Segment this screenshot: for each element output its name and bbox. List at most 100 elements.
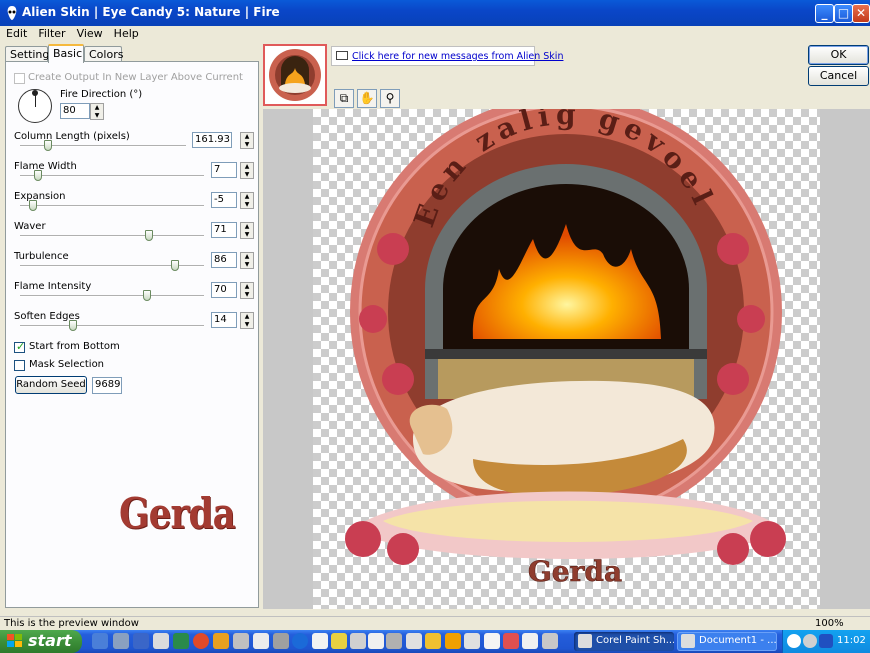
- basic-tab-body: Create Output In New Layer Above Current…: [5, 61, 259, 608]
- quicklaunch-app18-icon[interactable]: [542, 633, 558, 649]
- quicklaunch-desktop-icon[interactable]: [92, 633, 108, 649]
- quicklaunch-app4-icon[interactable]: [233, 633, 249, 649]
- zoom-tool-icon[interactable]: ⚲: [380, 89, 400, 108]
- mask-selection-checkbox[interactable]: [14, 360, 25, 371]
- flame-width-field[interactable]: 7: [211, 162, 237, 178]
- messages-link[interactable]: Click here for new messages from Alien S…: [352, 51, 563, 62]
- expansion-label: Expansion: [14, 191, 66, 202]
- create-output-checkbox[interactable]: [14, 73, 25, 84]
- create-output-label: Create Output In New Layer Above Current: [28, 72, 243, 83]
- quicklaunch-app7-icon[interactable]: [312, 633, 328, 649]
- preview-image: Een zalig gevoel Gerda: [345, 109, 786, 588]
- quicklaunch-app13-icon[interactable]: [425, 633, 441, 649]
- column-length-slider[interactable]: [43, 140, 52, 151]
- quicklaunch-app3-icon[interactable]: [213, 633, 229, 649]
- flame-width-slider[interactable]: [34, 170, 43, 181]
- flame-intensity-spinner[interactable]: ▲ ▼: [240, 282, 254, 299]
- tab-settings[interactable]: Settings: [5, 46, 55, 62]
- quicklaunch-app6-icon[interactable]: [273, 633, 289, 649]
- navigator-thumbnail[interactable]: [263, 44, 327, 106]
- tray-network-icon[interactable]: [803, 634, 817, 648]
- soften-edges-spinner[interactable]: ▲ ▼: [240, 312, 254, 329]
- expansion-spinner[interactable]: ▲ ▼: [240, 192, 254, 209]
- turbulence-spinner[interactable]: ▲ ▼: [240, 252, 254, 269]
- quicklaunch-app2-icon[interactable]: [193, 633, 209, 649]
- quicklaunch-app15-icon[interactable]: [464, 633, 480, 649]
- hand-tool-icon[interactable]: ✋: [357, 89, 377, 108]
- minimize-button[interactable]: _: [815, 4, 834, 23]
- quicklaunch-media-icon[interactable]: [153, 633, 169, 649]
- task-corel-label: Corel Paint Sh...: [596, 635, 674, 646]
- tray-chevron-icon[interactable]: [787, 634, 801, 648]
- expansion-slider[interactable]: [28, 200, 37, 211]
- soften-edges-field[interactable]: 14: [211, 312, 237, 328]
- quicklaunch-ie-icon[interactable]: [292, 633, 308, 649]
- flame-width-label: Flame Width: [14, 161, 77, 172]
- fire-direction-spinner[interactable]: ▲ ▼: [90, 103, 104, 120]
- tab-basic[interactable]: Basic: [48, 44, 84, 63]
- quicklaunch-app9-icon[interactable]: [350, 633, 366, 649]
- quicklaunch-explorer-icon[interactable]: [133, 633, 149, 649]
- menu-edit[interactable]: Edit: [0, 26, 32, 40]
- quicklaunch-app10-icon[interactable]: [368, 633, 384, 649]
- quicklaunch-app16-icon[interactable]: [503, 633, 519, 649]
- quicklaunch-app8-icon[interactable]: [331, 633, 347, 649]
- quicklaunch-computer-icon[interactable]: [113, 633, 129, 649]
- quicklaunch-app11-icon[interactable]: [386, 633, 402, 649]
- alien-skin-icon: [7, 6, 17, 20]
- maximize-button[interactable]: □: [834, 4, 853, 23]
- tab-colors[interactable]: Colors: [84, 46, 123, 62]
- quicklaunch-app14-icon[interactable]: [445, 633, 461, 649]
- flame-width-track: [20, 175, 204, 177]
- fire-direction-label: Fire Direction (°): [60, 89, 143, 100]
- quicklaunch-app17-icon[interactable]: [522, 633, 538, 649]
- quicklaunch-word-icon[interactable]: [484, 633, 500, 649]
- windows-taskbar: start Corel Paint Sh... Document1 - ... …: [0, 630, 870, 653]
- corel-icon: [578, 634, 592, 648]
- soften-edges-slider[interactable]: [69, 320, 78, 331]
- flame-intensity-field[interactable]: 70: [211, 282, 237, 298]
- windows-flag-icon: [7, 634, 22, 647]
- column-length-field[interactable]: 161.93: [192, 132, 232, 148]
- system-tray: 11:02: [782, 630, 870, 653]
- flame-intensity-slider[interactable]: [143, 290, 152, 301]
- waver-slider[interactable]: [144, 230, 153, 241]
- close-button[interactable]: ✕: [852, 4, 870, 23]
- waver-field[interactable]: 71: [211, 222, 237, 238]
- settings-panel: Settings Basic Colors Create Output In N…: [2, 44, 260, 608]
- expansion-track: [20, 205, 204, 207]
- checkmark-icon: ✓: [16, 340, 26, 353]
- fire-direction-dial[interactable]: [18, 89, 52, 123]
- menu-help[interactable]: Help: [108, 26, 144, 40]
- start-from-bottom-label: Start from Bottom: [29, 341, 120, 352]
- compare-tool-icon[interactable]: ⧉: [334, 89, 354, 108]
- menu-view[interactable]: View: [71, 26, 108, 40]
- mask-selection-label: Mask Selection: [29, 359, 105, 370]
- random-seed-field[interactable]: 9689: [92, 377, 122, 394]
- status-text: This is the preview window: [4, 618, 139, 629]
- quicklaunch-app12-icon[interactable]: [406, 633, 422, 649]
- waver-spinner[interactable]: ▲ ▼: [240, 222, 254, 239]
- random-seed-button[interactable]: Random Seed: [15, 376, 87, 394]
- turbulence-slider[interactable]: [171, 260, 180, 271]
- menu-filter[interactable]: Filter: [32, 26, 70, 40]
- cancel-button[interactable]: Cancel: [808, 66, 869, 86]
- start-label: start: [28, 631, 72, 650]
- quicklaunch-app5-icon[interactable]: [253, 633, 269, 649]
- column-length-spinner[interactable]: ▲ ▼: [240, 132, 254, 149]
- menu-bar: Edit Filter View Help: [0, 26, 870, 42]
- flame-intensity-track: [20, 295, 204, 297]
- fire-direction-field[interactable]: 80: [60, 103, 90, 119]
- preview-window[interactable]: Een zalig gevoel Gerda: [263, 109, 870, 609]
- start-from-bottom-checkbox[interactable]: ✓: [14, 340, 26, 353]
- task-corel-paint-shop[interactable]: Corel Paint Sh...: [574, 632, 674, 651]
- ok-button[interactable]: OK: [808, 45, 869, 65]
- mail-icon: [336, 51, 348, 60]
- quicklaunch-app-icon[interactable]: [173, 633, 189, 649]
- expansion-field[interactable]: -5: [211, 192, 237, 208]
- turbulence-field[interactable]: 86: [211, 252, 237, 268]
- tray-security-icon[interactable]: [819, 634, 833, 648]
- task-document1[interactable]: Document1 - ...: [677, 632, 777, 651]
- flame-width-spinner[interactable]: ▲ ▼: [240, 162, 254, 179]
- start-button[interactable]: start: [0, 630, 82, 653]
